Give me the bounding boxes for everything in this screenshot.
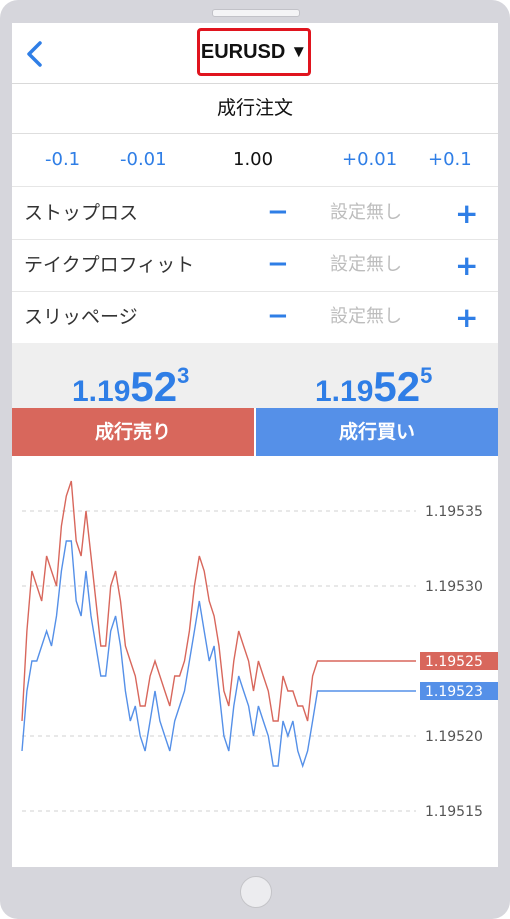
lot-increment-small-button[interactable]: +0.01 bbox=[342, 134, 397, 186]
stop-loss-value[interactable]: 設定無し bbox=[330, 187, 402, 239]
take-profit-row: テイクプロフィット − 設定無し + bbox=[12, 239, 498, 292]
current-price-label: 1.19523 bbox=[425, 684, 483, 700]
y-tick-label: 1.19515 bbox=[425, 804, 483, 820]
buy-price-prefix: 1.19 bbox=[315, 375, 374, 408]
lot-stepper: -0.1 -0.01 1.00 +0.01 +0.1 bbox=[12, 134, 498, 187]
back-chevron-icon[interactable] bbox=[22, 39, 50, 69]
slippage-minus-button[interactable]: − bbox=[267, 291, 289, 341]
stop-loss-label: ストップロス bbox=[24, 202, 139, 224]
y-tick-label: 1.19530 bbox=[425, 579, 483, 595]
slippage-plus-button[interactable]: + bbox=[455, 291, 478, 345]
sell-price: 1.19523 bbox=[72, 343, 190, 410]
y-tick-label: 1.19520 bbox=[425, 729, 483, 745]
nav-bar: EURUSD ▼ bbox=[12, 23, 498, 84]
buy-price-fraction: 5 bbox=[420, 363, 433, 388]
device-speaker bbox=[212, 9, 300, 17]
stop-loss-minus-button[interactable]: − bbox=[267, 187, 289, 237]
home-button[interactable] bbox=[240, 876, 272, 908]
tick-chart: 1.19535 1.19530 1.19520 1.19515 1.19525 1.195… bbox=[21, 480, 498, 820]
stop-loss-row: ストップロス − 設定無し + bbox=[12, 187, 498, 240]
bid-line bbox=[21, 540, 416, 769]
y-tick-label: 1.19535 bbox=[425, 504, 483, 520]
take-profit-minus-button[interactable]: − bbox=[267, 239, 289, 289]
page-title: 成行注文 bbox=[12, 83, 498, 134]
lot-decrement-large-button[interactable]: -0.1 bbox=[45, 134, 80, 186]
symbol-selector[interactable]: EURUSD ▼ bbox=[197, 28, 311, 76]
take-profit-plus-button[interactable]: + bbox=[455, 239, 478, 293]
quote-panel: 1.19523 1.19525 bbox=[12, 343, 498, 410]
lot-increment-large-button[interactable]: +0.1 bbox=[428, 134, 472, 186]
take-profit-value[interactable]: 設定無し bbox=[330, 239, 402, 291]
caret-down-icon: ▼ bbox=[290, 42, 308, 61]
lot-decrement-small-button[interactable]: -0.01 bbox=[120, 134, 167, 186]
market-buy-button[interactable]: 成行買い bbox=[256, 408, 498, 456]
device-frame: EURUSD ▼ 成行注文 -0.1 -0.01 1.00 +0.01 +0.1… bbox=[0, 0, 510, 919]
lot-value[interactable]: 1.00 bbox=[233, 134, 273, 186]
slippage-value[interactable]: 設定無し bbox=[330, 291, 402, 343]
stop-loss-plus-button[interactable]: + bbox=[455, 187, 478, 241]
slippage-label: スリッページ bbox=[24, 306, 138, 328]
sell-price-prefix: 1.19 bbox=[72, 375, 131, 408]
current-price-label: 1.19525 bbox=[425, 654, 483, 670]
slippage-row: スリッページ − 設定無し + bbox=[12, 291, 498, 344]
take-profit-label: テイクプロフィット bbox=[24, 254, 195, 276]
sell-price-pips: 52 bbox=[130, 363, 178, 410]
market-sell-button[interactable]: 成行売り bbox=[12, 408, 254, 456]
sell-price-fraction: 3 bbox=[177, 363, 190, 388]
buy-price-pips: 52 bbox=[373, 363, 421, 410]
buy-price: 1.19525 bbox=[315, 343, 433, 410]
symbol-label: EURUSD bbox=[200, 40, 286, 63]
screen: EURUSD ▼ 成行注文 -0.1 -0.01 1.00 +0.01 +0.1… bbox=[12, 23, 498, 867]
